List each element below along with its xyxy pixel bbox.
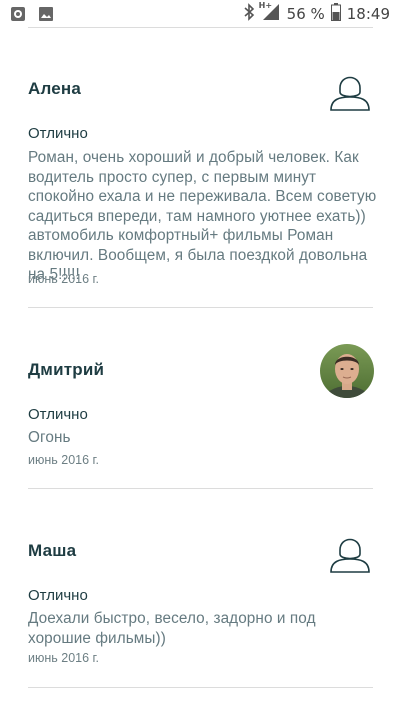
image-icon	[38, 6, 54, 26]
default-user-icon[interactable]	[326, 528, 374, 576]
rating-label: Отлично	[28, 406, 88, 423]
battery-percent: 56 %	[286, 5, 325, 23]
signal-icon: H+	[258, 1, 281, 25]
top-divider	[28, 27, 373, 28]
review-date: июнь 2016 г.	[28, 651, 100, 665]
rating-label: Отлично	[28, 125, 88, 142]
bluetooth-icon	[243, 3, 255, 25]
notification-icon	[10, 6, 26, 26]
review-date: июнь 2016 г.	[28, 453, 100, 467]
divider	[28, 687, 373, 688]
status-bar: H+ 56 % 18:49	[0, 0, 400, 28]
avatar[interactable]	[320, 344, 374, 398]
divider	[28, 488, 373, 489]
clock: 18:49	[346, 5, 390, 23]
default-user-icon[interactable]	[326, 66, 374, 114]
review-text: Огонь	[28, 429, 71, 446]
divider	[28, 307, 373, 308]
rating-label: Отлично	[28, 587, 88, 604]
review-text: Доехали быстро, весело, задорно и под хо…	[28, 610, 316, 647]
reviewer-name: Маша	[28, 541, 77, 560]
reviewer-name: Алена	[28, 79, 82, 98]
network-type: H+	[258, 1, 273, 10]
review-date: июнь 2016 г.	[28, 272, 100, 286]
reviewer-name: Дмитрий	[28, 360, 105, 379]
review-text: Роман, очень хороший и добрый человек. К…	[28, 149, 377, 283]
battery-icon	[330, 3, 341, 25]
